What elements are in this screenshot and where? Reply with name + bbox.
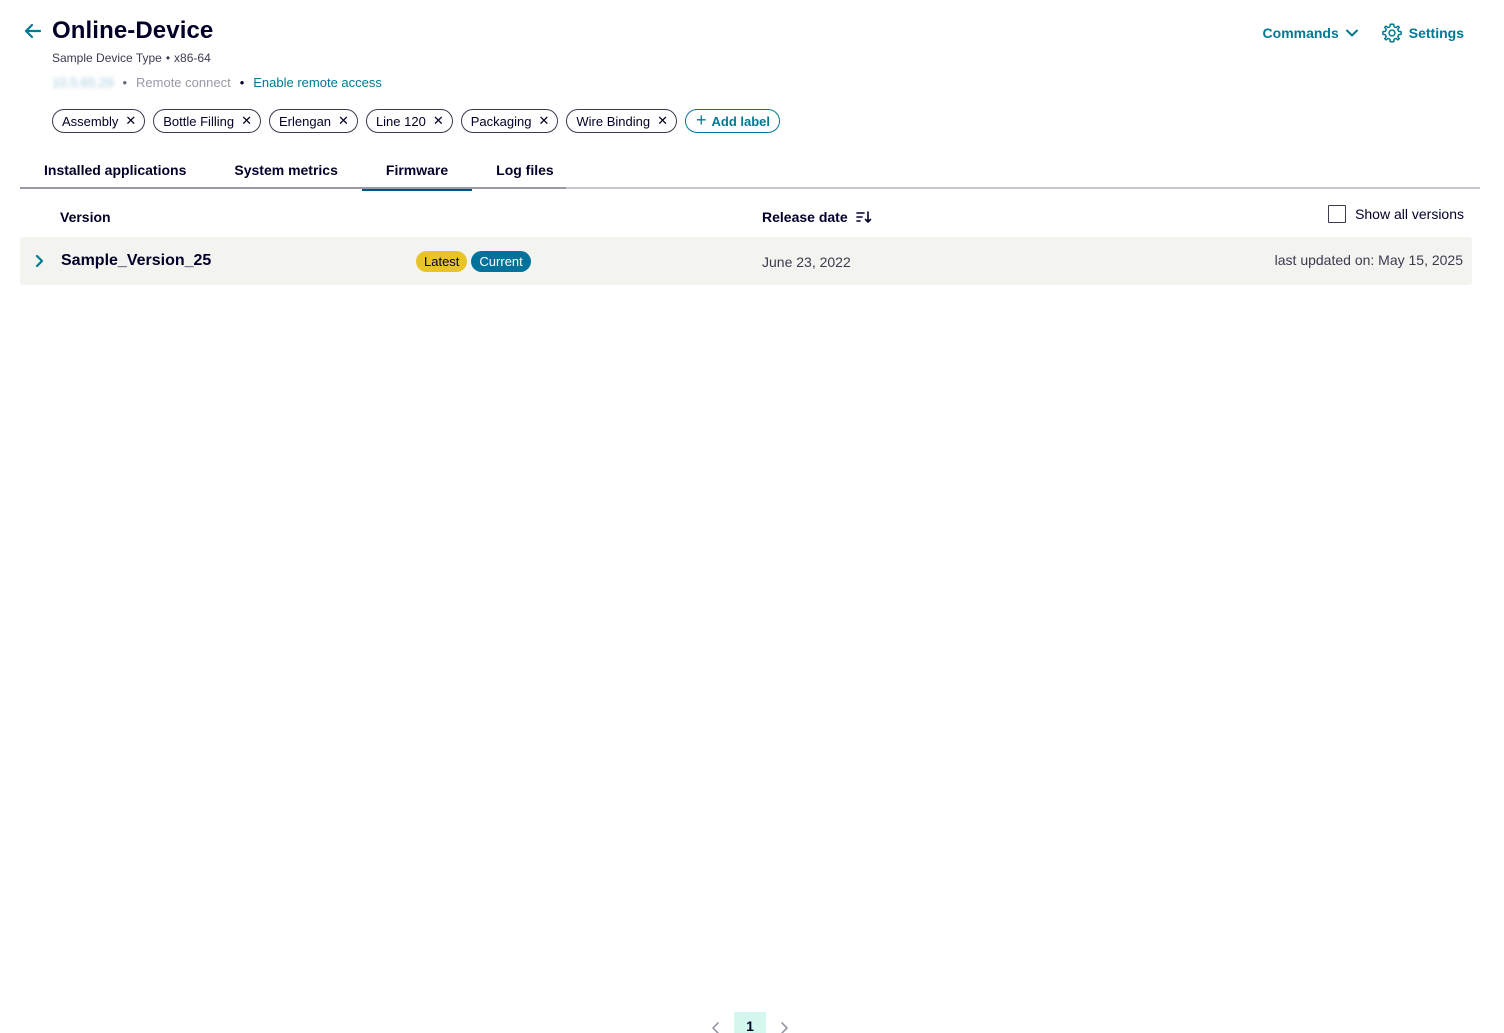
close-icon[interactable]: ✕	[338, 113, 349, 129]
version-badges: Latest Current	[416, 251, 531, 272]
remote-connect-link[interactable]: Remote connect	[136, 75, 231, 90]
header-actions: Commands Settings	[1263, 22, 1464, 44]
chevron-right-icon[interactable]	[32, 251, 48, 271]
column-header-release-date[interactable]: Release date	[762, 209, 872, 225]
tab-installed-applications[interactable]: Installed applications	[20, 150, 210, 189]
label-chip: Wire Binding ✕	[566, 109, 677, 133]
ip-address: 10.5.65.29	[52, 75, 114, 90]
page-number-button[interactable]: 1	[734, 1012, 766, 1033]
latest-badge: Latest	[416, 251, 468, 272]
tab-system-metrics[interactable]: System metrics	[210, 150, 362, 189]
label-chip: Packaging ✕	[460, 109, 559, 133]
close-icon[interactable]: ✕	[125, 113, 136, 129]
enable-remote-access-link[interactable]: Enable remote access	[253, 75, 382, 90]
close-icon[interactable]: ✕	[433, 113, 444, 129]
settings-button[interactable]: Settings	[1381, 22, 1464, 44]
settings-label: Settings	[1408, 25, 1464, 41]
close-icon[interactable]: ✕	[538, 113, 549, 129]
label-chip: Bottle Filling ✕	[153, 109, 261, 133]
label-list: Assembly ✕ Bottle Filling ✕ Erlengan ✕ L…	[52, 109, 780, 133]
release-date-label: Release date	[762, 209, 848, 225]
show-all-versions-checkbox[interactable]	[1328, 205, 1347, 223]
device-type: Sample Device Type	[52, 51, 162, 65]
label-name: Line 120	[375, 113, 426, 129]
last-updated: last updated on: May 15, 2025	[1274, 252, 1463, 268]
column-header-version: Version	[60, 209, 111, 225]
sort-icon	[855, 211, 871, 223]
chevron-down-icon	[1345, 29, 1358, 37]
close-icon[interactable]: ✕	[657, 113, 668, 129]
add-label-text: Add label	[711, 113, 770, 129]
commands-label: Commands	[1262, 25, 1339, 41]
label-name: Erlengan	[278, 113, 332, 129]
chevron-left-icon	[712, 1022, 719, 1033]
next-page-button[interactable]	[772, 1016, 796, 1033]
device-subtitle: Sample Device Type • x86-64	[52, 51, 211, 65]
close-icon[interactable]: ✕	[241, 113, 252, 129]
label-chip: Erlengan ✕	[268, 109, 358, 133]
label-name: Packaging	[470, 113, 532, 129]
current-badge: Current	[471, 251, 531, 272]
arrow-left-icon	[24, 23, 42, 39]
chevron-right-icon	[781, 1022, 788, 1033]
previous-page-button[interactable]	[704, 1016, 728, 1033]
release-date: June 23, 2022	[762, 254, 851, 270]
label-name: Assembly	[62, 113, 119, 129]
label-chip: Line 120 ✕	[365, 109, 453, 133]
table-row[interactable]: Sample_Version_25 Latest Current June 23…	[20, 237, 1472, 285]
back-button[interactable]	[22, 20, 44, 42]
show-all-versions-label: Show all versions	[1355, 206, 1464, 222]
gear-icon	[1381, 23, 1402, 43]
label-name: Bottle Filling	[163, 113, 235, 129]
tab-bar: Installed applications System metrics Fi…	[20, 150, 1480, 191]
page-title: Online-Device	[52, 17, 214, 44]
version-name: Sample_Version_25	[61, 252, 212, 269]
commands-button[interactable]: Commands	[1263, 25, 1359, 41]
device-page: Online-Device Sample Device Type • x86-64 …	[0, 0, 1504, 1033]
tab-list: Installed applications System metrics Fi…	[20, 150, 1480, 191]
separator-dot: •	[122, 75, 128, 90]
plus-icon: +	[695, 110, 707, 130]
add-label-button[interactable]: + Add label	[684, 109, 780, 133]
device-arch: x86-64	[174, 51, 211, 65]
tab-log-files[interactable]: Log files	[472, 150, 578, 189]
show-all-versions-toggle[interactable]: Show all versions	[1328, 205, 1464, 223]
connection-row: 10.5.65.29 • Remote connect • Enable rem…	[52, 75, 382, 90]
tab-firmware[interactable]: Firmware	[361, 150, 473, 191]
separator-dot: •	[239, 75, 245, 90]
label-name: Wire Binding	[576, 113, 651, 129]
label-chip: Assembly ✕	[52, 109, 146, 133]
pagination: 1	[704, 1012, 796, 1033]
